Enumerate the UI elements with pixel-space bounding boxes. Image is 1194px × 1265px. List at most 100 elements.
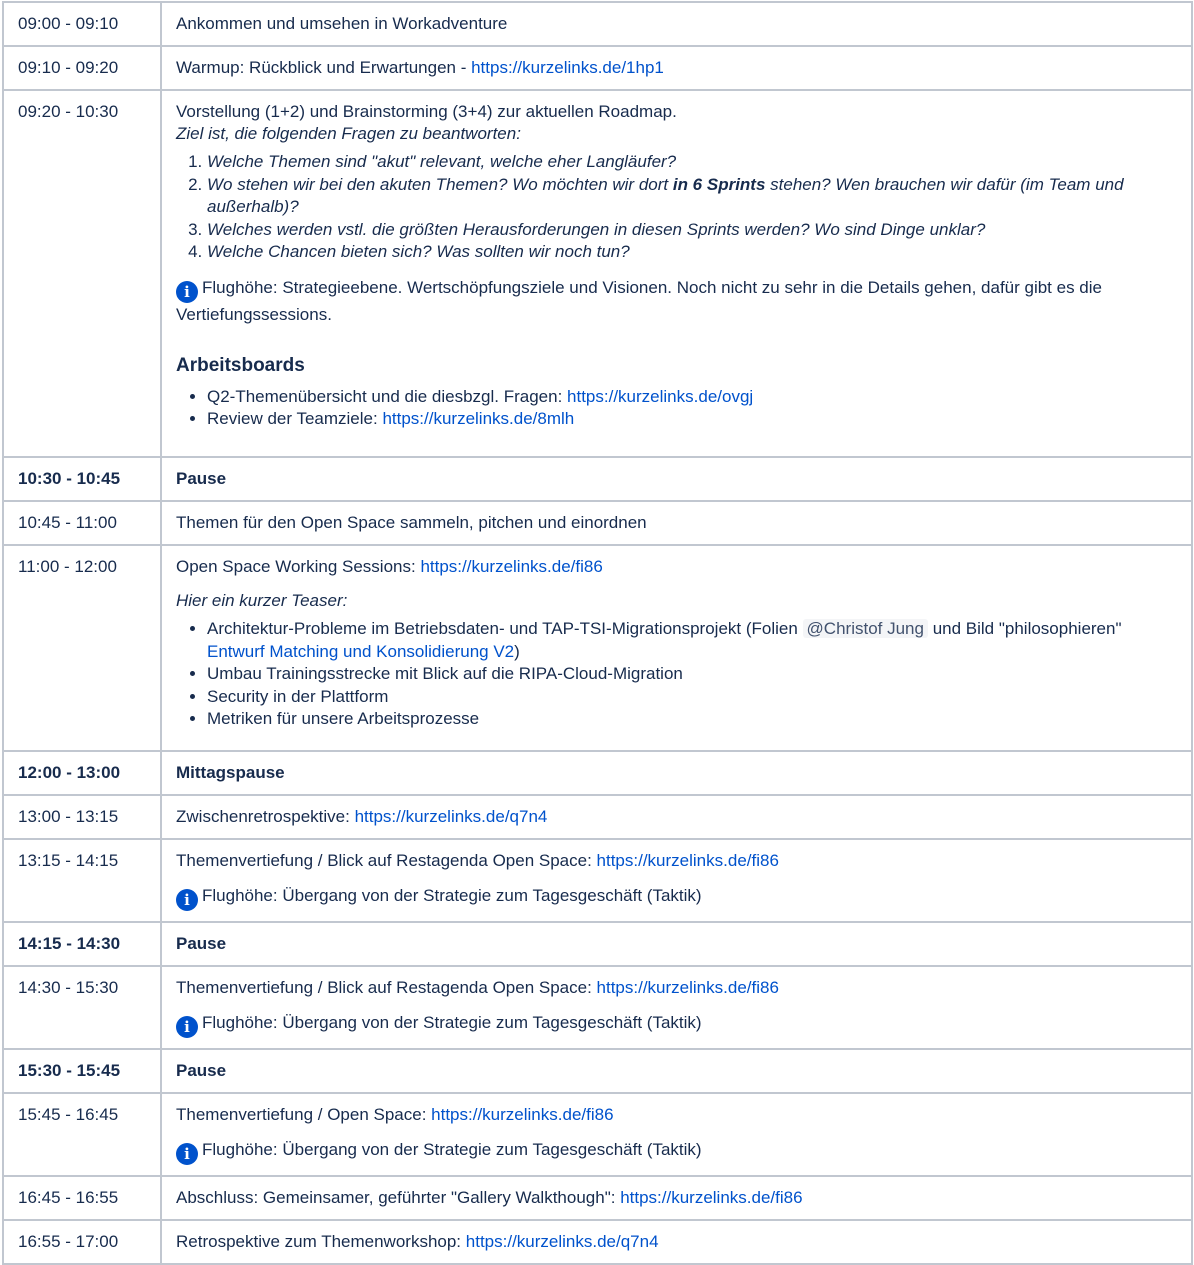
agenda-row: 12:00 - 13:00 Mittagspause	[2, 750, 1193, 796]
row-text: Themenvertiefung / Blick auf Restagenda …	[176, 851, 597, 870]
agenda-row: 13:15 - 14:15 Themenvertiefung / Blick a…	[2, 838, 1193, 923]
content-cell: Themenvertiefung / Blick auf Restagenda …	[160, 838, 1193, 923]
deep-dive-line: Themenvertiefung / Open Space: https://k…	[176, 1104, 1177, 1126]
time-cell: 09:20 - 10:30	[2, 89, 162, 458]
info-icon: i	[176, 1016, 198, 1038]
teaser-text: Metriken für unsere Arbeitsprozesse	[207, 709, 480, 728]
row-text: Pause	[176, 934, 227, 953]
teaser-item: Architektur-Probleme im Betriebsdaten- u…	[207, 618, 1177, 663]
row-text: Themenvertiefung / Open Space:	[176, 1105, 432, 1124]
board-link[interactable]: https://kurzelinks.de/ovgj	[567, 387, 753, 406]
info-note: i Flughöhe: Übergang von der Strategie zu…	[176, 1138, 1177, 1165]
question-item: Welche Chancen bieten sich? Was sollten …	[207, 241, 1177, 264]
board-text: Review der Teamziele:	[207, 409, 383, 428]
agenda-row: 15:45 - 16:45 Themenvertiefung / Open Sp…	[2, 1092, 1193, 1177]
agenda-row: 16:55 - 17:00 Retrospektive zum Themenwo…	[2, 1219, 1193, 1265]
content-cell: Open Space Working Sessions: https://kur…	[160, 544, 1193, 752]
roadmap-goal: Ziel ist, die folgenden Fragen zu beantw…	[176, 123, 1177, 145]
time-cell: 09:10 - 09:20	[2, 45, 162, 91]
time-cell: 14:30 - 15:30	[2, 965, 162, 1050]
info-note: i Flughöhe: Übergang von der Strategie zu…	[176, 1011, 1177, 1038]
agenda-row: 13:00 - 13:15 Zwischenretrospektive: htt…	[2, 794, 1193, 840]
open-space-line: Open Space Working Sessions: https://kur…	[176, 556, 1177, 578]
content-cell: Zwischenretrospektive: https://kurzelink…	[160, 794, 1193, 840]
row-text: Retrospektive zum Themenworkshop:	[176, 1232, 466, 1251]
open-space-link[interactable]: https://kurzelinks.de/fi86	[431, 1105, 613, 1124]
retro-link[interactable]: https://kurzelinks.de/q7n4	[466, 1232, 659, 1251]
row-text: Themenvertiefung / Blick auf Restagenda …	[176, 978, 597, 997]
board-item: Review der Teamziele: https://kurzelinks…	[207, 408, 1177, 431]
content-cell: Abschluss: Gemeinsamer, geführter "Galle…	[160, 1175, 1193, 1221]
agenda-row: 10:30 - 10:45 Pause	[2, 456, 1193, 502]
deep-dive-line: Themenvertiefung / Blick auf Restagenda …	[176, 977, 1177, 999]
time-cell: 16:45 - 16:55	[2, 1175, 162, 1221]
board-text: Q2-Themenübersicht und die diesbzgl. Fra…	[207, 386, 568, 406]
time-cell: 09:00 - 09:10	[2, 1, 162, 47]
question-text: Wo stehen wir bei den akuten Themen? Wo …	[207, 174, 673, 194]
roadmap-intro: Vorstellung (1+2) und Brainstorming (3+4…	[176, 102, 677, 121]
closing-link[interactable]: https://kurzelinks.de/fi86	[620, 1188, 802, 1207]
row-text: Open Space Working Sessions:	[176, 557, 421, 576]
content-cell: Mittagspause	[160, 750, 1193, 796]
info-text: Flughöhe: Übergang von der Strategie zum…	[202, 886, 702, 905]
time-cell: 13:15 - 14:15	[2, 838, 162, 923]
open-space-link[interactable]: https://kurzelinks.de/fi86	[597, 851, 779, 870]
agenda-row: 16:45 - 16:55 Abschluss: Gemeinsamer, ge…	[2, 1175, 1193, 1221]
row-text: Zwischenretrospektive:	[176, 807, 355, 826]
question-item: Wo stehen wir bei den akuten Themen? Wo …	[207, 174, 1177, 219]
teaser-text: Architektur-Probleme im Betriebsdaten- u…	[207, 619, 803, 638]
row-text: Abschluss: Gemeinsamer, geführter "Galle…	[176, 1188, 621, 1207]
agenda-row: 09:00 - 09:10 Ankommen und umsehen in Wo…	[2, 1, 1193, 47]
agenda-table: 09:00 - 09:10 Ankommen und umsehen in Wo…	[2, 1, 1193, 1265]
row-text: Ankommen und umsehen in Workadventure	[176, 14, 508, 33]
goal-text: Ziel ist, die folgenden Fragen zu beantw…	[176, 124, 521, 143]
deep-dive-line: Themenvertiefung / Blick auf Restagenda …	[176, 850, 1177, 872]
user-mention[interactable]: @Christof Jung	[802, 619, 928, 638]
question-list: Welche Themen sind "akut" relevant, welc…	[176, 151, 1177, 264]
info-text: Flughöhe: Übergang von der Strategie zum…	[202, 1013, 702, 1032]
content-cell: Themenvertiefung / Open Space: https://k…	[160, 1092, 1193, 1177]
agenda-row: 14:30 - 15:30 Themenvertiefung / Blick a…	[2, 965, 1193, 1050]
content-cell: Warmup: Rückblick und Erwartungen - http…	[160, 45, 1193, 91]
teaser-link[interactable]: Entwurf Matching und Konsolidierung V2	[207, 642, 514, 661]
agenda-row: 10:45 - 11:00 Themen für den Open Space …	[2, 500, 1193, 546]
boards-heading: Arbeitsboards	[176, 354, 305, 376]
info-icon: i	[176, 889, 198, 911]
content-cell: Ankommen und umsehen in Workadventure	[160, 1, 1193, 47]
content-cell: Pause	[160, 921, 1193, 967]
content-cell: Retrospektive zum Themenworkshop: https:…	[160, 1219, 1193, 1265]
board-item: Q2-Themenübersicht und die diesbzgl. Fra…	[207, 386, 1177, 409]
info-note: i Flughöhe: Strategieebene. Wertschöpfung…	[176, 276, 1177, 326]
row-text: Mittagspause	[176, 763, 285, 782]
time-cell: 10:30 - 10:45	[2, 456, 162, 502]
content-cell: Pause	[160, 1048, 1193, 1094]
open-space-link[interactable]: https://kurzelinks.de/fi86	[597, 978, 779, 997]
time-cell: 14:15 - 14:30	[2, 921, 162, 967]
time-cell: 15:30 - 15:45	[2, 1048, 162, 1094]
open-space-link[interactable]: https://kurzelinks.de/fi86	[420, 557, 602, 576]
teaser-text: Security in der Plattform	[207, 686, 389, 706]
teaser-item: Metriken für unsere Arbeitsprozesse	[207, 708, 1177, 731]
teaser-text: Umbau Trainingsstrecke mit Blick auf die…	[207, 664, 683, 683]
time-cell: 13:00 - 13:15	[2, 794, 162, 840]
question-text: Welches werden vstl. die größten Herausf…	[207, 219, 986, 239]
info-icon: i	[176, 280, 198, 303]
agenda-row: 09:10 - 09:20 Warmup: Rückblick und Erwa…	[2, 45, 1193, 91]
content-cell: Pause	[160, 456, 1193, 502]
agenda-row: 09:20 - 10:30 Vorstellung (1+2) und Brai…	[2, 89, 1193, 458]
teaser-text: und Bild "philosophieren"	[927, 619, 1122, 638]
agenda-row: 14:15 - 14:30 Pause	[2, 921, 1193, 967]
teaser-item: Umbau Trainingsstrecke mit Blick auf die…	[207, 663, 1177, 686]
info-text: Flughöhe: Strategieebene. Wertschöpfungs…	[176, 277, 1102, 324]
warmup-link[interactable]: https://kurzelinks.de/1hp1	[471, 58, 664, 77]
retro-link[interactable]: https://kurzelinks.de/q7n4	[355, 807, 548, 826]
time-cell: 10:45 - 11:00	[2, 500, 162, 546]
board-link[interactable]: https://kurzelinks.de/8mlh	[382, 409, 574, 428]
time-cell: 11:00 - 12:00	[2, 544, 162, 752]
question-emphasis: in 6 Sprints	[672, 174, 766, 194]
teaser-list: Architektur-Probleme im Betriebsdaten- u…	[176, 618, 1177, 731]
question-text: Welche Chancen bieten sich? Was sollten …	[207, 242, 630, 261]
info-icon: i	[176, 1143, 198, 1165]
time-cell: 12:00 - 13:00	[2, 750, 162, 796]
agenda-row: 11:00 - 12:00 Open Space Working Session…	[2, 544, 1193, 752]
